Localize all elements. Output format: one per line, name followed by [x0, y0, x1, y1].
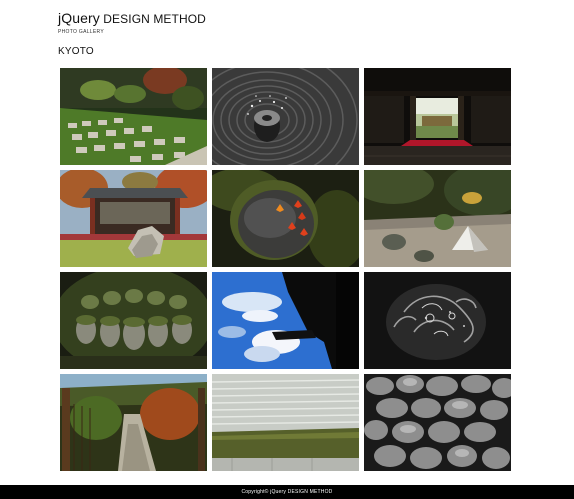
photo-moss-garden-stepping-stones[interactable] — [60, 68, 207, 165]
photo-dry-garden-sand-cone[interactable] — [364, 170, 511, 267]
photo-raked-sand-moss-strip[interactable] — [212, 374, 359, 471]
gallery-section-title: KYOTO — [58, 46, 94, 57]
site-footer: Copyright© jQuery DESIGN METHOD — [0, 485, 574, 499]
photo-mossy-stone-path-bamboo-fence[interactable] — [60, 374, 207, 471]
brand-secondary: DESIGN METHOD — [103, 12, 206, 26]
photo-maple-leaves-on-mossy-stone[interactable] — [212, 170, 359, 267]
site-logo[interactable]: jQuery DESIGN METHOD PHOTO GALLERY — [58, 11, 206, 35]
photo-stone-wall-close-up[interactable] — [364, 374, 511, 471]
site-subtitle: PHOTO GALLERY — [58, 29, 104, 35]
photo-dark-temple-hall-view[interactable] — [364, 68, 511, 165]
photo-blue-sky-temple-roof-silhouette[interactable] — [212, 272, 359, 369]
photo-dragon-ceiling-painting[interactable] — [364, 272, 511, 369]
photo-moss-covered-stone-buddhas[interactable] — [60, 272, 207, 369]
photo-gallery-grid — [60, 68, 511, 471]
photo-raked-gravel-stone-basin[interactable] — [212, 68, 359, 165]
brand-primary: jQuery — [58, 10, 100, 26]
photo-temple-gate-autumn-rocks[interactable] — [60, 170, 207, 267]
copyright-text: Copyright© jQuery DESIGN METHOD — [241, 489, 333, 495]
